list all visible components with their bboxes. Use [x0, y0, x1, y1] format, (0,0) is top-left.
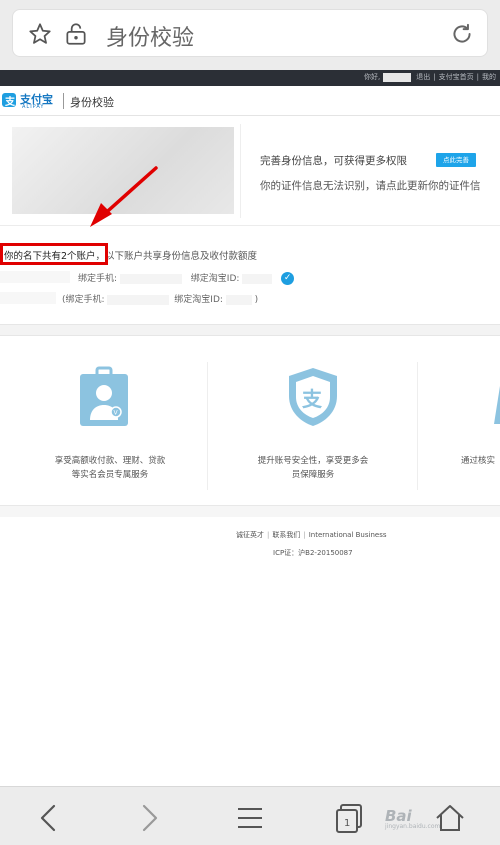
site-topbar: 你好, 退出 | 支付宝首页 | 我的 — [0, 70, 500, 86]
banner-divider — [240, 124, 241, 218]
masked-account-2 — [0, 292, 56, 304]
section-title: 身份校验 — [70, 96, 114, 109]
benefit-line: 员保障服务 — [291, 470, 335, 480]
taobao-label: 绑定淘宝ID: — [190, 274, 240, 284]
tabs-icon[interactable]: 1 — [333, 801, 367, 835]
back-icon[interactable] — [32, 801, 66, 835]
star-icon[interactable] — [27, 21, 53, 47]
section-band — [0, 324, 500, 336]
perfect-info-text: 完善身份信息，可获得更多权限 — [260, 155, 407, 167]
logo-subtext: ALIPAY — [22, 104, 45, 110]
update-id-link[interactable]: 你的证件信息无法识别，请点此更新你的证件信 — [260, 178, 481, 193]
svg-text:1: 1 — [344, 818, 350, 829]
my-link[interactable]: 我的 — [482, 73, 496, 81]
id-badge-icon: V — [80, 366, 128, 426]
row-suffix: ) — [254, 295, 259, 305]
lock-icon[interactable] — [63, 21, 89, 47]
icp-license: ICP证：沪B2-20150087 — [273, 549, 353, 557]
svg-text:支: 支 — [302, 387, 323, 411]
benefit-divider — [207, 362, 208, 490]
reload-icon[interactable] — [449, 21, 475, 47]
careers-link[interactable]: 诚征英才 — [236, 531, 264, 539]
masked-taobao-id — [225, 294, 252, 305]
international-link[interactable]: International Business — [309, 531, 387, 539]
taobao-label: 绑定淘宝ID: — [174, 295, 223, 305]
section-divider — [0, 225, 500, 226]
alipay-logo-icon[interactable]: 支 — [2, 93, 16, 108]
svg-text:支: 支 — [4, 95, 16, 108]
footer-band — [0, 505, 500, 517]
account-row: (绑定手机: 绑定淘宝ID: ) — [62, 292, 258, 305]
perfect-info-button[interactable]: 点此完善 — [436, 153, 476, 167]
benefit-text: 通过核实 — [461, 454, 500, 468]
check-icon: ✓ — [281, 272, 295, 285]
benefit-text: 提升账号安全性，享受更多会 员保障服务 — [248, 454, 378, 482]
benefit-text: 享受高额收付款、理财、贷款 等实名会员专属服务 — [45, 454, 175, 482]
baidu-watermark: Bai jingyan.baidu.com — [385, 807, 440, 830]
benefit-line: 等实名会员专属服务 — [71, 470, 149, 480]
logout-link[interactable]: 退出 — [416, 73, 430, 81]
id-card-image — [12, 127, 234, 214]
masked-phone — [119, 273, 182, 284]
benefit-card: 支 提升账号安全性，享受更多会 员保障服务 — [243, 356, 383, 496]
shield-icon: 支 — [289, 368, 337, 426]
alipay-home-link[interactable]: 支付宝首页 — [439, 73, 474, 81]
person-icon — [494, 386, 500, 424]
watermark-subtext: jingyan.baidu.com — [385, 823, 441, 830]
header-divider — [63, 93, 64, 109]
benefit-line: 享受高额收付款、理财、贷款 — [54, 456, 166, 466]
contact-link[interactable]: 联系我们 — [272, 531, 300, 539]
greeting-text: 你好, — [364, 73, 381, 81]
benefit-card: V 享受高额收付款、理财、贷款 等实名会员专属服务 — [40, 356, 180, 496]
benefit-divider — [417, 362, 418, 490]
browser-toolbar: 身份校验 — [0, 0, 500, 70]
benefit-line: 通过核实 — [461, 456, 496, 466]
masked-phone — [107, 294, 170, 305]
masked-username — [383, 72, 412, 82]
account-share-note: ，以下账户共享身份信息及收付款额度 — [95, 251, 258, 262]
benefit-line: 提升账号安全性，享受更多会 — [257, 456, 369, 466]
benefit-card: 通过核实 — [440, 356, 500, 496]
highlight-box — [0, 243, 108, 265]
menu-icon[interactable] — [233, 801, 267, 835]
site-header: 支 支付宝 ALIPAY 身份校验 — [0, 86, 500, 116]
page-title: 身份校验 — [106, 26, 195, 51]
footer-links: 诚征英才 | 联系我们 | International Business — [236, 531, 387, 539]
forward-icon[interactable] — [132, 801, 166, 835]
masked-account-1 — [0, 271, 70, 283]
masked-taobao-id — [242, 273, 273, 284]
phone-label: 绑定手机: — [78, 274, 118, 284]
phone-label: (绑定手机: — [62, 295, 105, 305]
account-row: 绑定手机: 绑定淘宝ID: ✓ — [78, 271, 295, 285]
address-bar[interactable]: 身份校验 — [12, 9, 488, 57]
